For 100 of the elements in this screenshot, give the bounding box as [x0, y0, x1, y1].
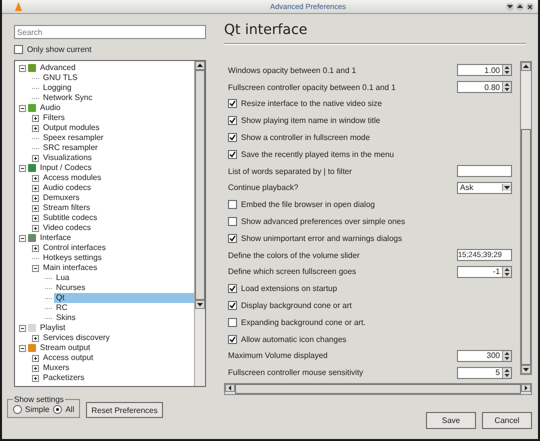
tree-item[interactable]: Playlist [38, 323, 194, 333]
checkbox[interactable] [228, 334, 237, 344]
tree-item[interactable]: Skins [54, 313, 194, 323]
scroll-left-icon[interactable] [225, 384, 235, 392]
checkbox[interactable] [228, 284, 237, 294]
tree-item[interactable]: Stream filters [41, 203, 194, 213]
scroll-down-icon[interactable] [521, 365, 531, 374]
scroll-right-icon[interactable] [521, 384, 531, 392]
expander-icon[interactable] [32, 214, 39, 222]
spin-box[interactable]: 300 [457, 350, 512, 362]
spin-arrows-icon[interactable] [502, 65, 511, 76]
expander-icon[interactable] [19, 64, 26, 72]
reset-preferences-button[interactable]: Reset Preferences [86, 402, 163, 418]
expander-icon[interactable] [19, 324, 26, 332]
scrollbar-thumb[interactable] [195, 70, 205, 300]
tree-item[interactable]: Audio codecs [41, 183, 194, 193]
expander-icon[interactable] [19, 344, 26, 352]
checkbox[interactable] [228, 217, 237, 226]
tree-item[interactable]: Subtitle codecs [41, 213, 194, 223]
tree-item[interactable]: Hotkeys settings [41, 253, 194, 263]
expander-icon[interactable] [32, 224, 39, 232]
tree-item[interactable]: Demuxers [41, 193, 194, 203]
expander-icon[interactable] [32, 114, 39, 122]
scrollbar-thumb[interactable] [521, 129, 531, 365]
spin-arrows-icon[interactable] [502, 82, 511, 92]
expander-icon[interactable] [32, 354, 39, 362]
category-icon [28, 164, 36, 172]
tree-item[interactable]: Qt [54, 293, 194, 303]
checkbox[interactable] [228, 200, 237, 210]
scrollbar[interactable] [194, 61, 205, 386]
expander-icon[interactable] [32, 184, 39, 192]
expander-icon[interactable] [32, 264, 39, 272]
tree-item[interactable]: Ncurses [54, 283, 194, 293]
expander-icon[interactable] [19, 104, 26, 112]
scrollbar-thumb[interactable] [235, 384, 521, 394]
spin-box[interactable]: 5 [457, 366, 512, 379]
spin-box[interactable]: -1 [457, 266, 512, 278]
tree-item[interactable]: Logging [41, 83, 194, 93]
expander-icon[interactable] [32, 334, 39, 342]
tree-item[interactable]: Packetizers [41, 373, 194, 383]
expander-icon[interactable] [32, 124, 39, 132]
tree-item[interactable]: Speex resampler [41, 133, 194, 143]
tree-item[interactable]: Filters [41, 113, 194, 123]
tree-item[interactable]: Main interfaces [41, 263, 194, 273]
tree-item[interactable]: Access modules [41, 173, 194, 183]
checkbox[interactable] [228, 116, 237, 126]
save-button[interactable]: Save [426, 412, 476, 429]
search-field[interactable]: Search [14, 25, 206, 39]
scrollbar[interactable] [224, 383, 532, 396]
spin-box[interactable]: 1.00 [457, 64, 512, 76]
expander-icon[interactable] [32, 244, 39, 252]
tree-item[interactable]: Services discovery [41, 333, 194, 343]
tree-item[interactable]: Lua [54, 273, 194, 283]
expander-icon[interactable] [32, 194, 39, 202]
expander-icon[interactable] [32, 364, 39, 372]
radio-button[interactable] [53, 405, 62, 414]
tree-item[interactable]: GNU TLS [41, 73, 194, 83]
tree-item[interactable]: SRC resampler [41, 143, 194, 153]
tree-item[interactable]: Muxers [41, 363, 194, 373]
maximize-icon[interactable] [516, 2, 524, 10]
checkbox[interactable] [228, 318, 237, 327]
expander-icon[interactable] [32, 204, 39, 212]
spin-box[interactable]: 0.80 [457, 81, 512, 94]
tree-item[interactable]: Audio [38, 103, 194, 113]
close-icon[interactable] [526, 2, 534, 10]
tree-item[interactable]: Access output [41, 353, 194, 363]
spin-arrows-icon[interactable] [502, 368, 511, 378]
checkbox[interactable] [14, 45, 23, 54]
tree-item[interactable]: Interface [38, 233, 194, 243]
scroll-up-icon[interactable] [521, 62, 531, 71]
tree-item[interactable]: Network Sync [41, 93, 194, 103]
text-field[interactable] [457, 165, 512, 178]
checkbox[interactable] [228, 150, 237, 159]
tree-item[interactable]: RC [54, 303, 194, 313]
expander-icon[interactable] [19, 234, 26, 242]
tree-item[interactable]: Video codecs [41, 223, 194, 233]
spin-arrows-icon[interactable] [502, 350, 511, 361]
tree-item[interactable]: Stream output [38, 343, 194, 353]
checkbox[interactable] [228, 301, 237, 310]
expander-icon[interactable] [32, 154, 39, 162]
tree-item[interactable]: Output modules [41, 123, 194, 133]
checkbox[interactable] [228, 234, 237, 243]
scroll-up-icon[interactable] [195, 61, 205, 70]
expander-icon[interactable] [19, 164, 26, 172]
spin-arrows-icon[interactable] [502, 266, 511, 277]
scrollbar[interactable] [520, 61, 532, 375]
dropdown-arrow-icon[interactable] [502, 184, 511, 192]
expander-icon[interactable] [32, 174, 39, 182]
checkbox[interactable] [228, 133, 237, 142]
cancel-button[interactable]: Cancel [482, 412, 532, 429]
radio-button[interactable] [13, 405, 22, 414]
tree-item[interactable]: Control interfaces [41, 243, 194, 253]
tree-item[interactable]: Input / Codecs [38, 163, 194, 173]
dropdown[interactable]: Ask [457, 182, 512, 194]
tree-item[interactable]: Visualizations [41, 153, 194, 163]
minimize-icon[interactable] [506, 2, 514, 10]
checkbox[interactable] [228, 99, 237, 108]
tree-item[interactable]: Advanced [38, 63, 194, 73]
expander-icon[interactable] [32, 374, 39, 382]
scroll-down-icon[interactable] [195, 300, 205, 309]
